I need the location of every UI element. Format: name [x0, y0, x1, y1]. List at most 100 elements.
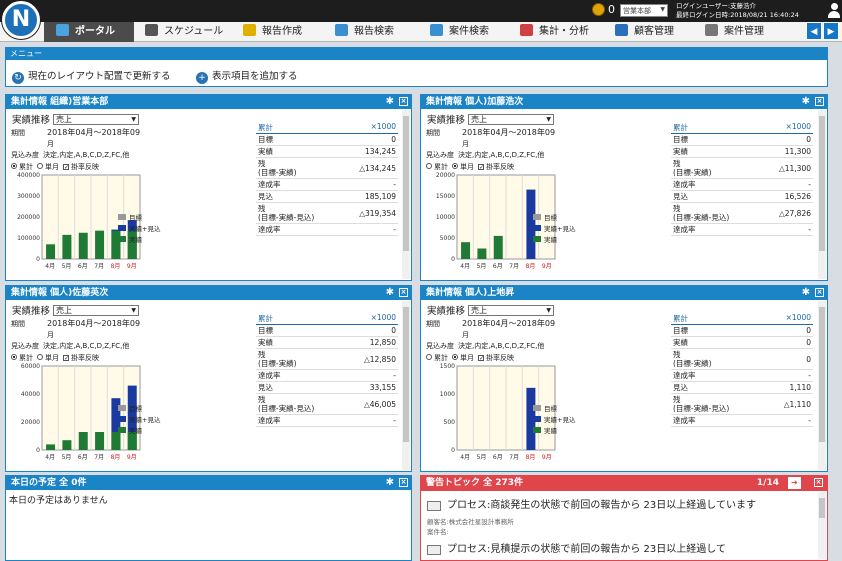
metric-select[interactable]: 売上 [53, 114, 140, 125]
close-icon[interactable]: × [399, 288, 408, 297]
update-layout-button[interactable]: ↻ 現在のレイアウト配置で更新する [12, 68, 171, 84]
close-icon[interactable]: × [399, 97, 408, 106]
add-item-button[interactable]: + 表示項目を追加する [196, 68, 298, 84]
gear-icon[interactable]: ✱ [802, 95, 810, 109]
nav-item-2[interactable]: スケジュール [145, 22, 223, 42]
monthly-radio[interactable] [452, 354, 458, 360]
legend-label: 実績 [129, 427, 142, 435]
stats-label: 達成率 [258, 416, 281, 425]
y-tick-label: 5000 [440, 235, 455, 242]
stats-label: 残 (目標-実績-見込) [258, 395, 315, 413]
stats-row: 残 (目標-実績) △12,850 [256, 349, 398, 370]
stats-value: - [393, 225, 396, 234]
app-logo[interactable]: N [2, 1, 40, 39]
panel-scrollbar[interactable] [818, 110, 826, 279]
rate-checkbox[interactable]: ✓ [478, 164, 484, 171]
alerts-scrollbar[interactable] [818, 492, 826, 559]
gear-icon[interactable]: ✱ [802, 286, 810, 300]
monthly-radio[interactable] [37, 163, 43, 169]
metric-select[interactable]: 売上 [468, 305, 555, 316]
panel-scrollbar[interactable] [818, 301, 826, 470]
close-icon[interactable]: × [399, 478, 408, 487]
top-bar: 0 営業本部 ▼ ログインユーザー:支藤浩介 最終ログイン日時:2018/08/2… [0, 0, 842, 22]
y-tick-label: 0 [36, 447, 40, 454]
scroll-thumb[interactable] [819, 116, 825, 252]
nav-item-4[interactable]: 報告検索 [335, 22, 394, 42]
stats-row: 達成率 - [671, 179, 813, 191]
metric-select[interactable]: 売上 [53, 305, 140, 316]
x-tick-label: 6月 [78, 454, 88, 461]
legend-item: 実績 [118, 235, 160, 246]
mikomi-value: 決定,内定,A,B,C,D,Z,FC,他 [43, 342, 130, 350]
nav-next-button[interactable]: ▶ [823, 22, 839, 40]
nav-item-6[interactable]: 集計・分析 [520, 22, 589, 42]
nav-item-5[interactable]: 案件検索 [430, 22, 489, 42]
stats-panel: 集計情報 個人)加藤浩次 ✱ × 実績推移売上期間 2018年04月〜2018年09 月見… [420, 94, 828, 281]
schedule-header: 本日の予定 全 0件 ✱ × [6, 476, 411, 490]
legend-label: 実績 [544, 427, 557, 435]
monthly-radio[interactable] [452, 163, 458, 169]
stats-value: 0 [806, 135, 811, 144]
stats-header: 累計 ×1000 [671, 313, 813, 325]
stats-row: 達成率 - [671, 370, 813, 382]
bar-actual [78, 232, 88, 259]
stats-label: 達成率 [258, 180, 281, 189]
rate-checkbox[interactable]: ✓ [63, 355, 69, 362]
close-icon[interactable]: × [815, 288, 824, 297]
chart-legend: 目標 実績+見込 実績 [118, 213, 160, 246]
nav-item-7[interactable]: 顧客管理 [615, 22, 674, 42]
stats-row: 実績 134,245 [256, 146, 398, 158]
department-select[interactable]: 営業本部 ▼ [620, 4, 668, 17]
nav-item-8[interactable]: 案件管理 [705, 22, 764, 42]
stats-table: 累計 ×1000 目標 0 実績 0 残 (目標-実績) 0 達成率 - 見込 1,110 残 (目標-… [671, 313, 813, 427]
close-icon[interactable]: × [815, 97, 824, 106]
stats-row: 達成率 - [256, 370, 398, 382]
x-tick-label: 8月 [526, 263, 536, 270]
legend-item: 目標 [533, 404, 575, 415]
legend-item: 実績 [118, 426, 160, 437]
nav-item-1[interactable]: ポータル [44, 22, 134, 42]
y-tick-label: 500 [444, 419, 456, 426]
scroll-thumb[interactable] [403, 307, 409, 443]
scroll-thumb[interactable] [819, 307, 825, 443]
gear-icon[interactable]: ✱ [386, 476, 394, 490]
period-tail: 月 [462, 331, 469, 339]
stats-value: 134,245 [364, 147, 396, 156]
stats-row: 見込 33,155 [256, 382, 398, 394]
rate-checkbox[interactable]: ✓ [63, 164, 69, 171]
coin-icon [592, 3, 605, 16]
y-tick-label: 0 [451, 256, 455, 263]
stats-value: 0 [806, 338, 811, 347]
cumulative-radio[interactable] [426, 354, 432, 360]
stats-label: 見込 [258, 192, 273, 201]
nav-prev-button[interactable]: ◀ [806, 22, 822, 40]
x-tick-label: 8月 [111, 454, 121, 461]
legend-item: 実績 [533, 426, 575, 437]
close-icon[interactable]: × [814, 478, 823, 487]
scroll-thumb[interactable] [403, 116, 409, 252]
x-tick-label: 6月 [493, 263, 503, 270]
alert-item[interactable]: プロセス:商談発生の状態で前回の報告から 23日以上経過しています 顧客名:株式… [427, 498, 812, 557]
panel-scrollbar[interactable] [402, 110, 410, 279]
cumulative-radio[interactable] [426, 163, 432, 169]
gear-icon[interactable]: ✱ [386, 286, 394, 300]
nav-item-3[interactable]: 報告作成 [243, 22, 302, 42]
stats-unit: ×1000 [785, 122, 811, 131]
gear-icon[interactable]: ✱ [386, 95, 394, 109]
stats-label: 見込 [673, 383, 688, 392]
monthly-radio[interactable] [37, 354, 43, 360]
stats-value: 185,109 [364, 192, 396, 201]
stats-row: 達成率 - [256, 224, 398, 236]
alerts-next-button[interactable]: ➔ [788, 477, 801, 489]
cumulative-radio[interactable] [11, 354, 17, 360]
rate-label: 掛率反映 [71, 354, 99, 362]
mikomi-label: 見込み度 [11, 342, 39, 350]
rate-checkbox[interactable]: ✓ [478, 355, 484, 362]
metric-select[interactable]: 売上 [468, 114, 555, 125]
legend-item: 実績+見込 [118, 224, 160, 235]
stats-label: 目標 [258, 326, 273, 335]
panel-scrollbar[interactable] [402, 301, 410, 470]
user-icon[interactable] [828, 3, 840, 19]
cumulative-radio[interactable] [11, 163, 17, 169]
legend-swatch [118, 405, 126, 411]
